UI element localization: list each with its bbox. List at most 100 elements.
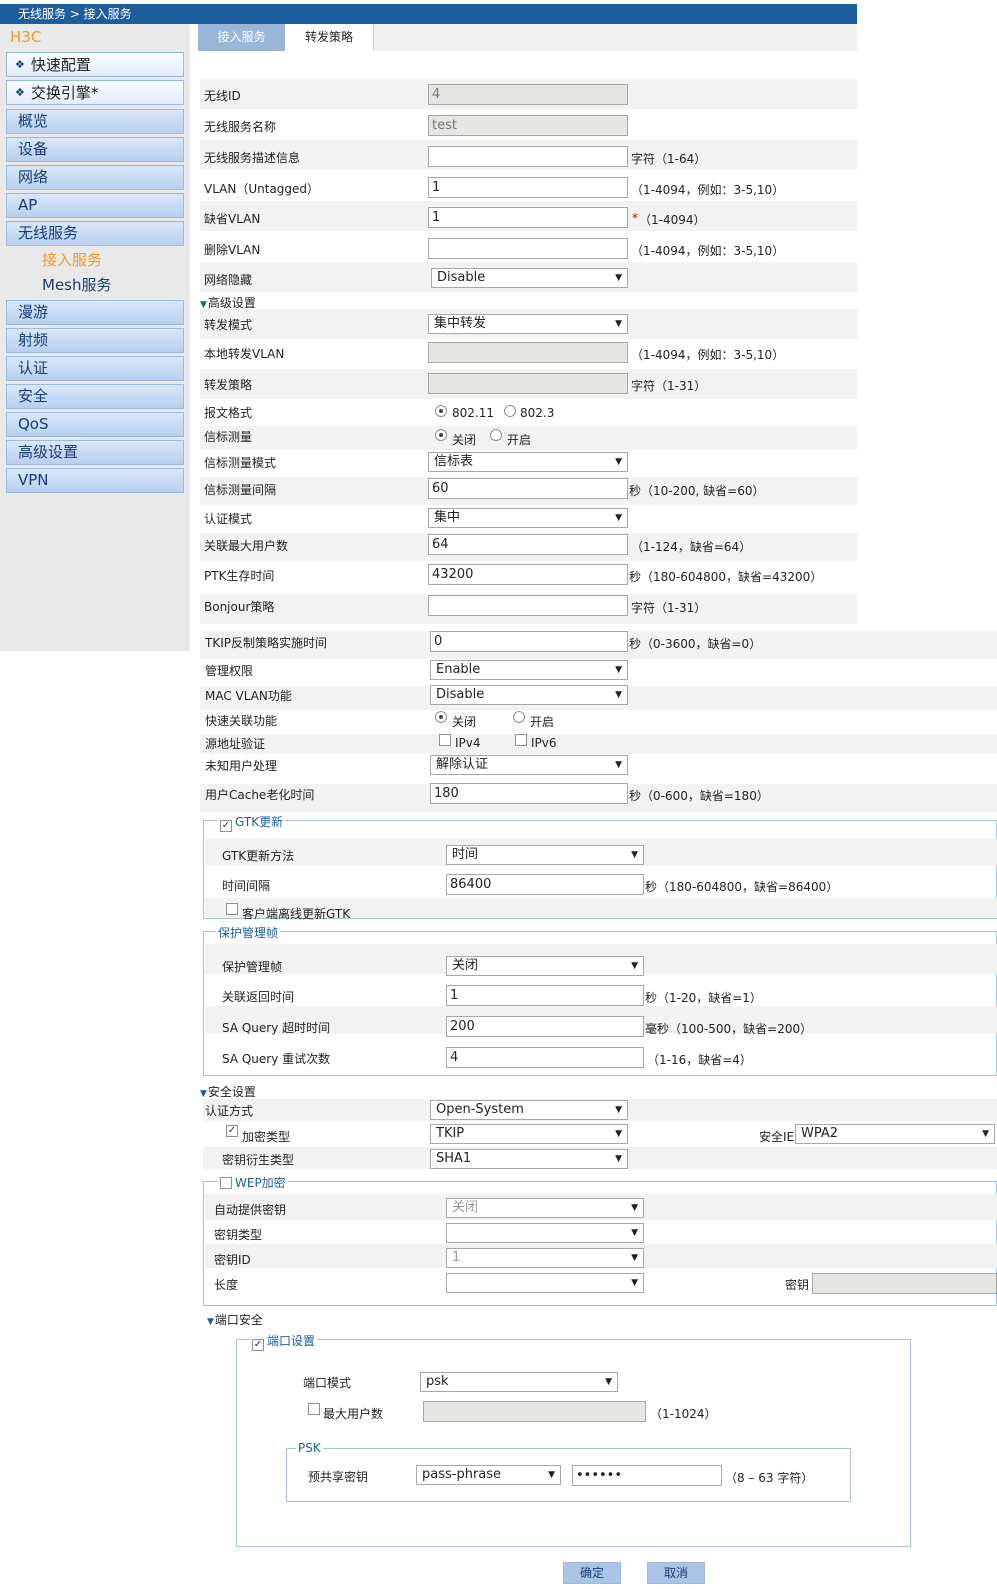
frame-format-80211-radio[interactable] [435, 405, 447, 417]
max-users-checkbox[interactable] [308, 1403, 320, 1415]
forward-mode-select[interactable]: 集中转发 ▼ [428, 314, 628, 334]
pmf-legend: 保护管理帧 [216, 924, 281, 941]
frame-format-8023-label: 802.3 [520, 406, 555, 420]
gtk-offline-checkbox[interactable] [226, 903, 238, 915]
frame-format-8023-radio[interactable] [504, 405, 516, 417]
forward-policy-label: 转发策略 [204, 378, 253, 392]
gtk-interval-hint: 秒（180-604800，缺省=86400） [645, 880, 839, 894]
delete-vlan-input[interactable] [428, 238, 628, 259]
auth-method-label: 认证方式 [205, 1104, 254, 1118]
default-vlan-label: 缺省VLAN [204, 212, 261, 226]
cancel-button[interactable]: 取消 [647, 1562, 705, 1584]
description-hint: 字符（1-64） [631, 152, 707, 166]
auth-mode-select[interactable]: 集中 ▼ [428, 508, 628, 528]
ipv6-checkbox[interactable] [515, 734, 527, 746]
ptk-lifetime-label: PTK生存时间 [204, 569, 275, 583]
sidebar-item-qos[interactable]: QoS [6, 412, 184, 437]
key-type-select[interactable]: ▼ [446, 1223, 644, 1243]
chevron-down-icon: ▼ [615, 760, 622, 770]
sidebar-item-radio[interactable]: 射频 [6, 328, 184, 353]
key-id-select[interactable]: 1 ▼ [446, 1248, 644, 1268]
cipher-checkbox[interactable]: ✓ [226, 1125, 238, 1137]
delete-vlan-hint: （1-4094，例如：3-5,10） [631, 244, 785, 258]
beacon-off-radio[interactable] [435, 429, 447, 441]
sidebar-item-auth[interactable]: 认证 [6, 356, 184, 381]
gtk-legend: ✓ GTK更新 [218, 813, 286, 832]
sidebar-item-security[interactable]: 安全 [6, 384, 184, 409]
beacon-on-label: 开启 [507, 433, 532, 447]
auto-key-select[interactable]: 关闭 ▼ [446, 1198, 644, 1218]
chevron-down-icon: ▼ [548, 1470, 555, 1480]
key-input[interactable] [812, 1273, 997, 1294]
chevron-down-icon: ▼ [615, 1105, 622, 1115]
tab-forward-policy[interactable]: 转发策略 [285, 24, 374, 51]
port-settings-checkbox[interactable]: ✓ [252, 1339, 264, 1351]
port-mode-select[interactable]: psk ▼ [420, 1372, 618, 1392]
sidebar-item-quick-config[interactable]: ❖ 快速配置 [6, 52, 184, 77]
chevron-down-icon: ▼ [615, 273, 622, 283]
sidebar-item-network[interactable]: 网络 [6, 165, 184, 190]
sa-retry-label: SA Query 重试次数 [222, 1052, 331, 1066]
psk-legend: PSK [296, 1441, 323, 1455]
gtk-interval-input[interactable]: 86400 [446, 874, 644, 895]
tab-access-service[interactable]: 接入服务 [198, 24, 285, 51]
tkip-time-input[interactable]: 0 [430, 631, 628, 652]
psk-key-input[interactable]: •••••• [572, 1465, 722, 1486]
sa-timeout-input[interactable]: 200 [446, 1016, 644, 1037]
max-users-label: 关联最大用户数 [204, 539, 289, 553]
wireless-id-field: 4 [428, 84, 628, 105]
hide-network-select[interactable]: Disable ▼ [431, 268, 628, 288]
sidebar-item-device[interactable]: 设备 [6, 137, 184, 162]
wep-checkbox[interactable] [220, 1177, 232, 1189]
admin-rights-select[interactable]: Enable ▼ [430, 660, 628, 680]
key-derivation-select[interactable]: SHA1 ▼ [430, 1149, 628, 1169]
ipv4-checkbox[interactable] [439, 734, 451, 746]
vlan-untagged-label: VLAN（Untagged） [204, 182, 320, 196]
local-vlan-input [428, 342, 628, 363]
port-mode-label: 端口模式 [303, 1376, 352, 1390]
port-max-users-label: 最大用户数 [323, 1407, 384, 1421]
assoc-return-input[interactable]: 1 [446, 985, 644, 1006]
sidebar-subitem-access-service[interactable]: 接入服务 [42, 249, 102, 270]
port-security-header[interactable]: ▼端口安全 [207, 1311, 263, 1328]
unknown-user-select[interactable]: 解除认证 ▼ [430, 755, 628, 775]
gtk-checkbox[interactable]: ✓ [220, 820, 232, 832]
service-name-field: test [428, 115, 628, 136]
security-ie-select[interactable]: WPA2 ▼ [795, 1124, 995, 1144]
chevron-down-icon: ▼ [615, 513, 622, 523]
beacon-mode-label: 信标测量模式 [204, 456, 277, 470]
vlan-untagged-input[interactable]: 1 [428, 177, 628, 198]
beacon-on-radio[interactable] [490, 429, 502, 441]
description-input[interactable] [428, 146, 628, 167]
security-settings-header[interactable]: ▼安全设置 [200, 1083, 256, 1100]
pmf-select[interactable]: 关闭 ▼ [446, 956, 644, 976]
mac-vlan-select[interactable]: Disable ▼ [430, 685, 628, 705]
sa-timeout-hint: 毫秒（100-500，缺省=200） [645, 1022, 813, 1036]
gtk-method-select[interactable]: 时间 ▼ [446, 845, 644, 865]
beacon-interval-input[interactable]: 60 [428, 478, 628, 499]
sidebar-item-wireless[interactable]: 无线服务 [6, 221, 184, 246]
ptk-lifetime-input[interactable]: 43200 [428, 564, 628, 585]
sa-retry-input[interactable]: 4 [446, 1047, 644, 1068]
vlan-untagged-hint: （1-4094，例如：3-5,10） [631, 183, 785, 197]
sidebar-item-switch-engine[interactable]: ❖ 交换引擎* [6, 80, 184, 105]
sidebar-item-roaming[interactable]: 漫游 [6, 300, 184, 325]
sidebar-item-ap[interactable]: AP [6, 193, 184, 218]
psk-type-select[interactable]: pass-phrase ▼ [416, 1465, 561, 1485]
sidebar-item-overview[interactable]: 概览 [6, 109, 184, 134]
default-vlan-input[interactable]: 1 [428, 207, 628, 228]
sidebar-item-vpn[interactable]: VPN [6, 468, 184, 493]
beacon-mode-select[interactable]: 信标表 ▼ [428, 452, 628, 472]
sidebar-item-advanced[interactable]: 高级设置 [6, 440, 184, 465]
cache-age-input[interactable]: 180 [430, 783, 628, 804]
length-select[interactable]: ▼ [446, 1273, 644, 1293]
fast-assoc-off-radio[interactable] [435, 711, 447, 723]
max-users-input[interactable]: 64 [428, 534, 628, 555]
cipher-select[interactable]: TKIP ▼ [430, 1124, 628, 1144]
sidebar-subitem-mesh-service[interactable]: Mesh服务 [42, 274, 112, 295]
collapse-triangle-icon: ▼ [207, 1317, 214, 1327]
bonjour-input[interactable] [428, 595, 628, 616]
auth-method-select[interactable]: Open-System ▼ [430, 1100, 628, 1120]
fast-assoc-on-radio[interactable] [513, 711, 525, 723]
ok-button[interactable]: 确定 [563, 1562, 621, 1584]
